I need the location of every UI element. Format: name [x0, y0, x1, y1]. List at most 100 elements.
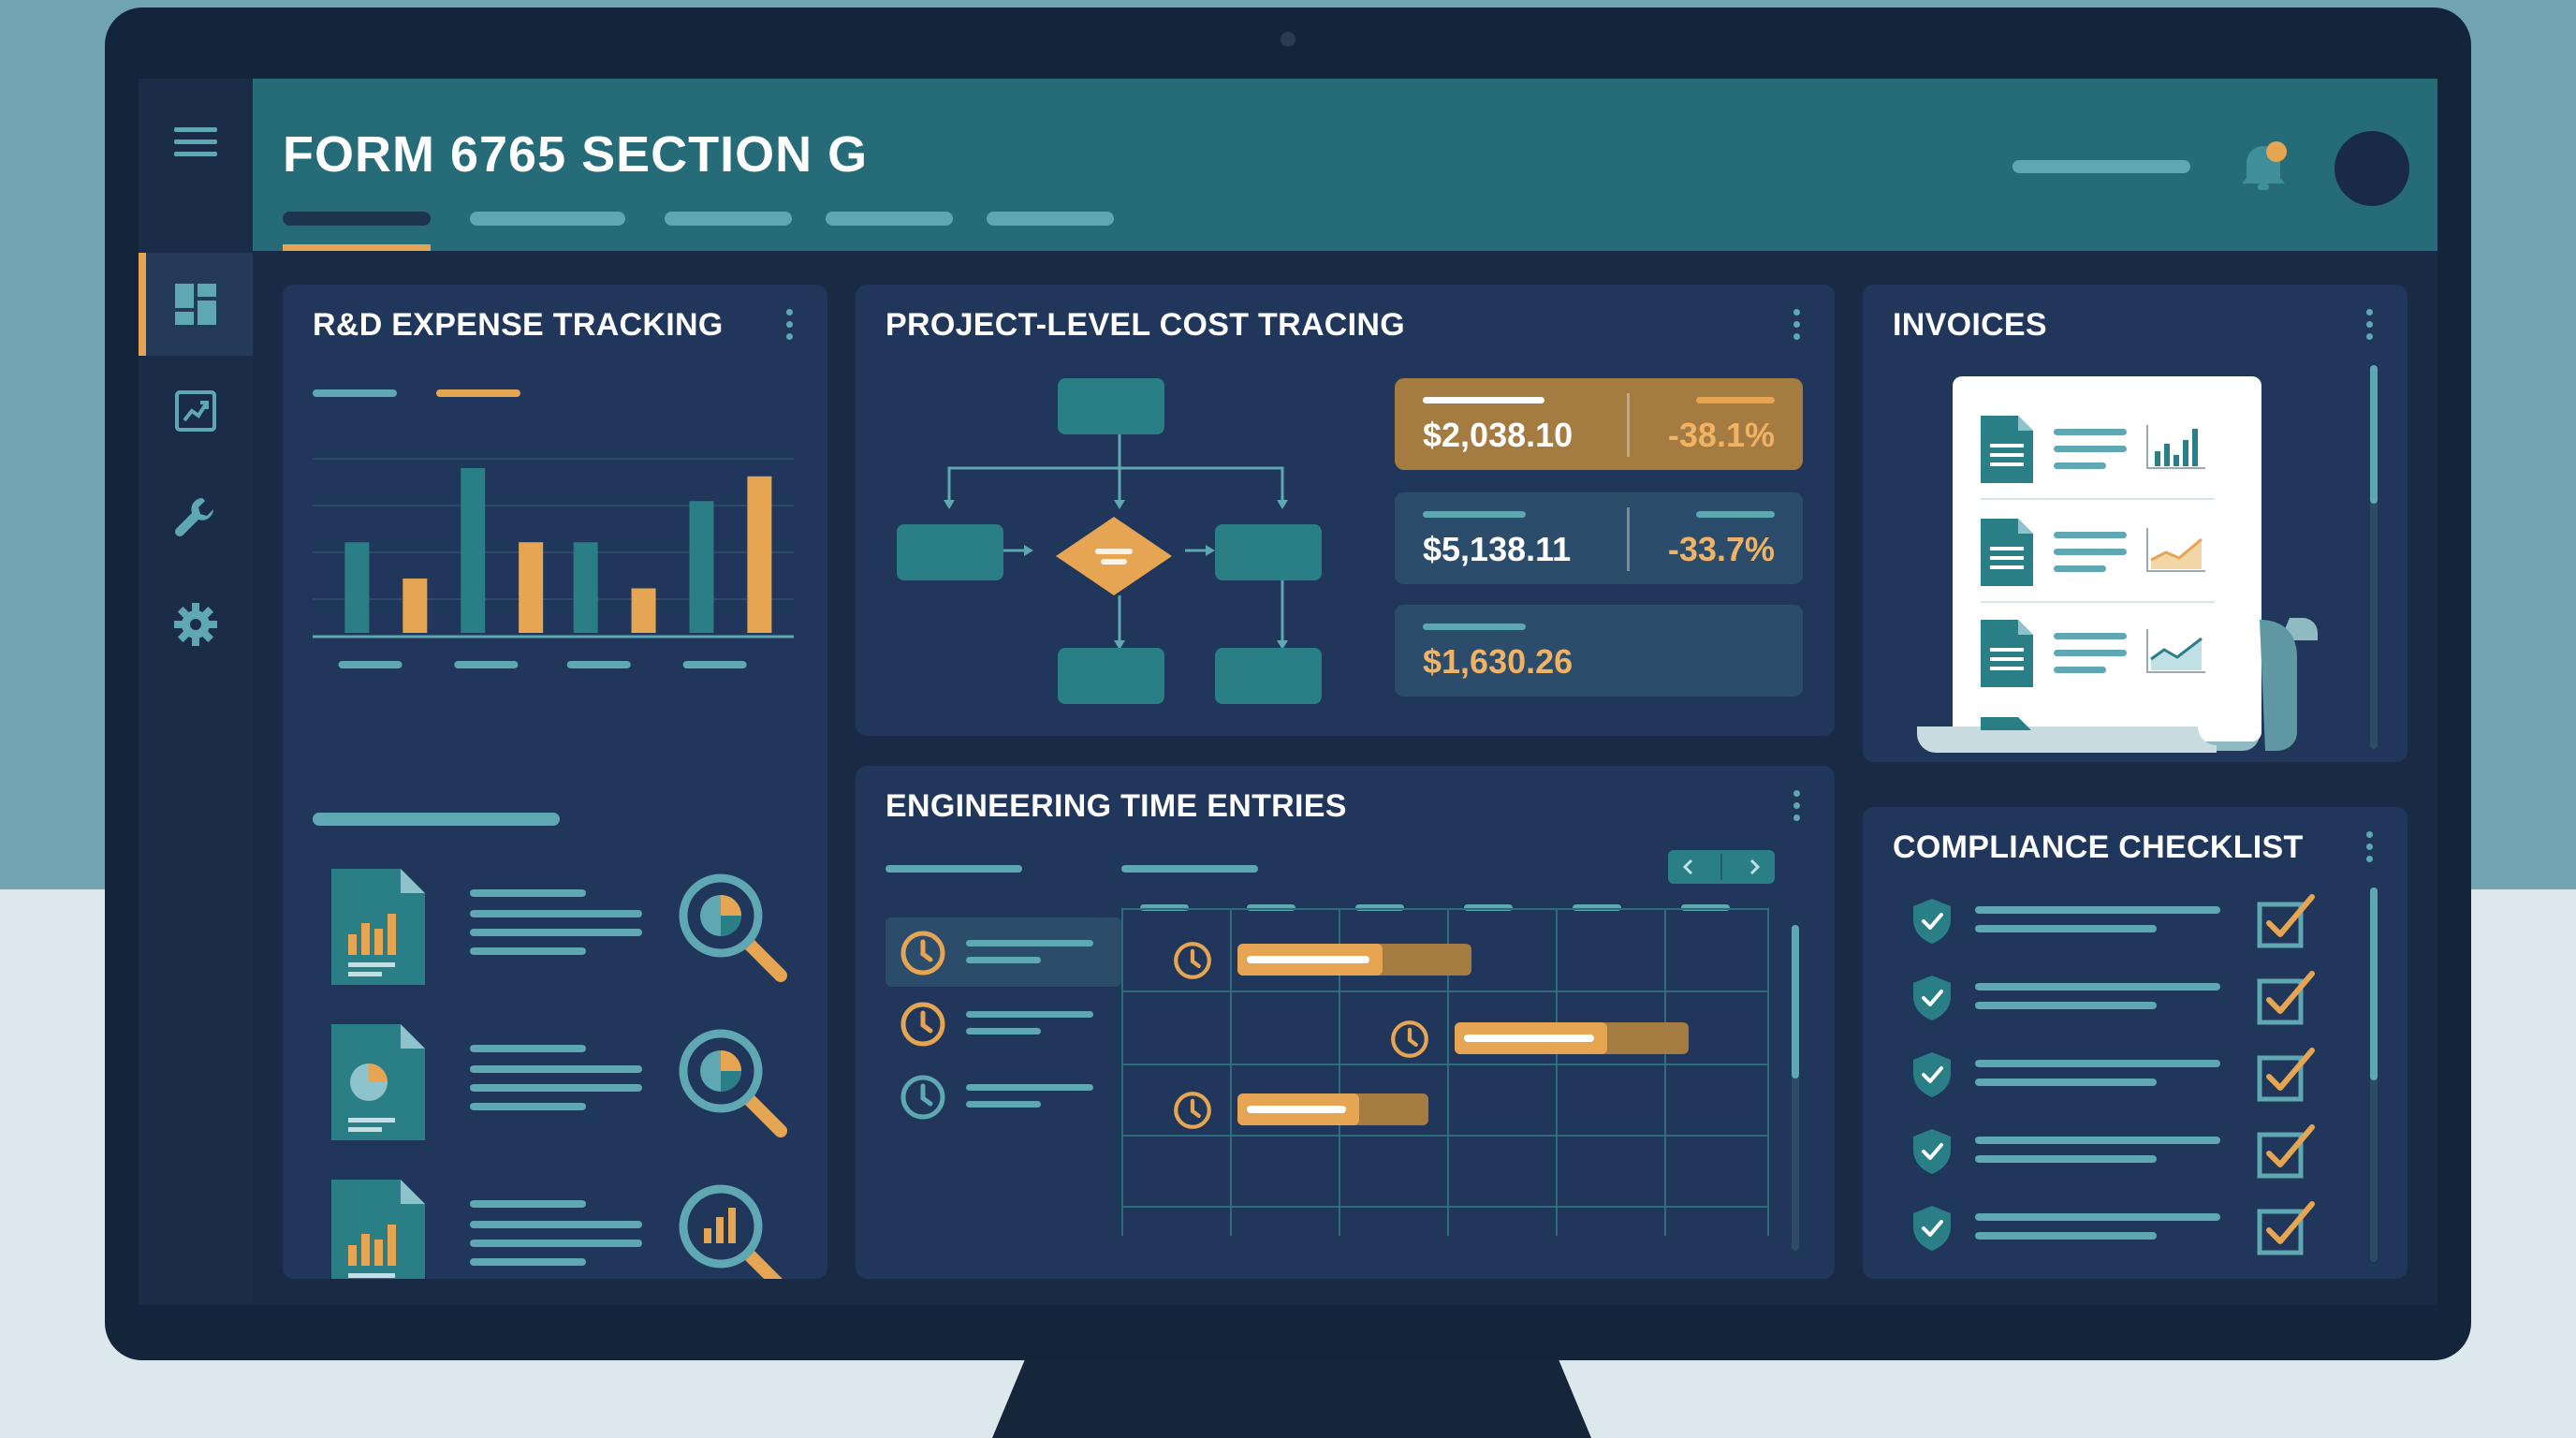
flow-node-root[interactable] [1058, 378, 1164, 434]
bar-chart-magnifier-icon[interactable] [674, 1180, 790, 1279]
invoice-document-icon[interactable] [1981, 620, 2033, 687]
checklist-item-sublabel [1975, 1078, 2157, 1086]
sidebar-item-settings[interactable] [139, 573, 253, 676]
grid-line [1121, 908, 1123, 1236]
tab-4[interactable] [826, 212, 953, 226]
sidebar-item-tools[interactable] [139, 466, 253, 569]
time-entry-bar[interactable] [1237, 1093, 1428, 1125]
cost-value: $2,038.10 [1423, 416, 1573, 454]
checklist-item-label [1975, 1060, 2220, 1067]
bell-icon[interactable] [2235, 137, 2291, 195]
chevron-left-icon[interactable] [1679, 858, 1698, 876]
card-title: ENGINEERING TIME ENTRIES [886, 788, 1347, 824]
flow-node-bottom-left[interactable] [1058, 648, 1164, 704]
area-chart-icon [2145, 526, 2207, 573]
document-text-line [470, 1240, 642, 1247]
cost-summary-box[interactable]: $5,138.11 -33.7% [1395, 492, 1803, 584]
webcam [1281, 32, 1295, 47]
flow-decision-node[interactable] [1054, 515, 1174, 597]
pie-chart-document-icon[interactable] [331, 1024, 425, 1140]
invoice-document-icon[interactable] [1981, 519, 2033, 586]
clock-icon [899, 929, 947, 977]
document-text-line [470, 1221, 642, 1228]
shield-check-icon [1911, 897, 1953, 946]
invoice-text-line [2054, 462, 2106, 469]
scrollbar-thumb[interactable] [2370, 888, 2378, 1080]
pie-chart-magnifier-icon[interactable] [674, 869, 790, 985]
checkbox-checked-icon[interactable] [2256, 1198, 2316, 1256]
chart-bar[interactable] [631, 588, 656, 633]
document-text-line [470, 1065, 642, 1073]
bar-chart-document-icon[interactable] [331, 869, 425, 985]
more-options-icon[interactable] [1793, 309, 1801, 343]
tab-3[interactable] [665, 212, 792, 226]
scrollbar-thumb[interactable] [2370, 365, 2378, 504]
document-text-line [470, 1258, 586, 1266]
tab-5[interactable] [987, 212, 1114, 226]
time-entry-bar-label [1247, 956, 1369, 963]
card-title: PROJECT-LEVEL COST TRACING [886, 307, 1406, 343]
timeline-scrollbar[interactable] [1792, 925, 1799, 1251]
clock-icon [899, 1073, 947, 1122]
more-options-icon[interactable] [2366, 309, 2374, 343]
dashboard-icon [175, 284, 216, 325]
document-text-line [470, 947, 586, 955]
flow-node-right[interactable] [1215, 524, 1322, 580]
cost-summary-box[interactable]: $1,630.26 [1395, 605, 1803, 697]
checklist-item-sublabel [1975, 1232, 2157, 1240]
scrollbar-thumb[interactable] [1792, 925, 1799, 1078]
flow-node-bottom-right[interactable] [1215, 648, 1322, 704]
more-options-icon[interactable] [786, 309, 794, 343]
clock-icon [1389, 1019, 1430, 1060]
cost-summary-box[interactable]: $2,038.10 -38.1% [1395, 378, 1803, 470]
document-text-line [470, 929, 642, 936]
tab-1[interactable] [283, 212, 431, 226]
compliance-card: COMPLIANCE CHECKLIST [1863, 807, 2408, 1279]
tab-2[interactable] [470, 212, 625, 226]
shield-check-icon [1911, 1127, 1953, 1176]
avatar[interactable] [2334, 131, 2409, 206]
time-entry-bar[interactable] [1455, 1022, 1689, 1054]
card-title: COMPLIANCE CHECKLIST [1893, 829, 2304, 865]
chart-bar[interactable] [461, 468, 486, 633]
cost-change-percent: -33.7% [1667, 530, 1775, 568]
sidebar-item-analytics[interactable] [139, 360, 253, 462]
chevron-right-icon[interactable] [1745, 858, 1764, 876]
chart-bar[interactable] [573, 542, 598, 633]
bar-chart-document-icon[interactable] [331, 1180, 425, 1279]
cost-value: $5,138.11 [1423, 530, 1572, 568]
chart-bar[interactable] [519, 542, 544, 633]
hamburger-menu-icon[interactable] [174, 127, 217, 156]
header-search-bar[interactable] [2012, 160, 2190, 173]
checkbox-checked-icon[interactable] [2256, 891, 2316, 949]
chart-bar[interactable] [747, 476, 772, 633]
invoices-scrollbar[interactable] [2370, 365, 2378, 749]
x-tick-label [338, 661, 402, 668]
time-entry-bar-label [1247, 1106, 1347, 1113]
checklist-item-label [1975, 1213, 2220, 1221]
change-label-line [1696, 511, 1775, 518]
grid-line [1121, 908, 1767, 910]
more-options-icon[interactable] [2366, 831, 2374, 865]
checkbox-checked-icon[interactable] [2256, 1122, 2316, 1180]
engineering-time-card: ENGINEERING TIME ENTRIES [856, 766, 1835, 1279]
more-options-icon[interactable] [1793, 790, 1801, 824]
sidebar-item-dashboard[interactable] [139, 253, 253, 356]
header-bar: FORM 6765 SECTION G [253, 79, 2437, 251]
invoice-text-line [2054, 532, 2127, 538]
project-cost-card: PROJECT-LEVEL COST TRACING $2,038.10 -38… [856, 285, 1835, 736]
invoice-document-icon[interactable] [1981, 416, 2033, 483]
checkbox-checked-icon[interactable] [2256, 968, 2316, 1026]
time-entry-bar-label [1464, 1034, 1594, 1042]
document-text-line [470, 1045, 586, 1052]
pie-chart-magnifier-icon[interactable] [674, 1024, 790, 1140]
chart-bar[interactable] [402, 578, 428, 633]
notification-dot-icon [2266, 141, 2287, 162]
time-entry-bar[interactable] [1237, 944, 1471, 976]
row-divider [1981, 498, 2215, 500]
flow-node-left[interactable] [897, 524, 1003, 580]
checklist-scrollbar[interactable] [2370, 888, 2378, 1262]
checkbox-checked-icon[interactable] [2256, 1045, 2316, 1103]
chart-bar[interactable] [344, 542, 370, 633]
chart-bar[interactable] [689, 501, 714, 633]
